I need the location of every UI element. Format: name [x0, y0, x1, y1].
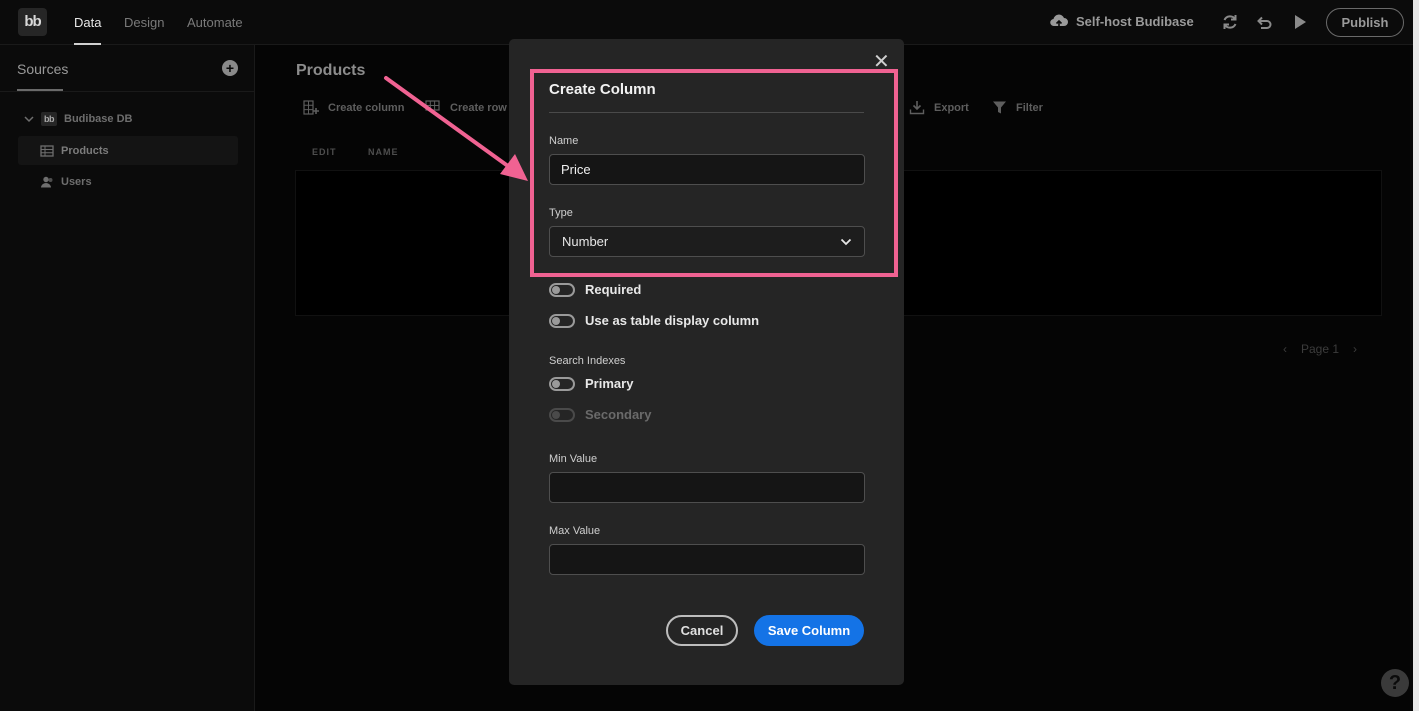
datasource-budibase-db[interactable]: bb Budibase DB [24, 112, 132, 126]
toggle-switch[interactable] [549, 313, 575, 328]
column-header-name[interactable]: NAME [368, 147, 399, 157]
create-column-button[interactable]: Create column [303, 100, 404, 115]
revert-icon[interactable] [1255, 13, 1273, 31]
create-column-label: Create column [328, 101, 405, 114]
create-row-button[interactable]: Create row [425, 100, 507, 115]
export-button[interactable]: Export [909, 100, 969, 115]
refresh-icon[interactable] [1221, 13, 1239, 31]
export-label: Export [934, 101, 969, 114]
min-value-input[interactable] [549, 472, 865, 503]
sidebar-item-users[interactable]: Users [18, 167, 238, 196]
column-header-edit[interactable]: EDIT [312, 147, 337, 157]
primary-label: Primary [585, 376, 634, 391]
max-value-label: Max Value [549, 525, 601, 537]
users-icon [41, 176, 53, 187]
create-row-label: Create row [450, 101, 507, 114]
next-page-icon[interactable]: › [1353, 342, 1357, 356]
datasource-name: Budibase DB [64, 113, 133, 125]
display-column-toggle[interactable]: Use as table display column [549, 313, 759, 328]
sidebar-divider [0, 91, 255, 92]
prev-page-icon[interactable]: ‹ [1283, 342, 1287, 356]
help-icon[interactable]: ? [1381, 669, 1409, 697]
toggle-switch [549, 407, 575, 422]
chevron-down-icon [24, 116, 34, 123]
annotation-highlight-box [530, 69, 898, 277]
sidebar-item-label: Users [61, 175, 92, 188]
self-host-link[interactable]: Self-host Budibase [1049, 13, 1194, 29]
self-host-label: Self-host Budibase [1076, 13, 1194, 29]
tab-data[interactable]: Data [74, 15, 101, 30]
add-column-icon [303, 100, 319, 115]
filter-label: Filter [1016, 101, 1043, 114]
required-toggle[interactable]: Required [549, 282, 641, 297]
pagination: ‹ Page 1 › [1283, 342, 1357, 356]
toggle-switch[interactable] [549, 282, 575, 297]
sidebar-item-products[interactable]: Products [18, 136, 238, 165]
play-preview-icon[interactable] [1291, 13, 1309, 31]
budibase-logo[interactable]: bb [18, 8, 47, 36]
cancel-button[interactable]: Cancel [666, 615, 738, 646]
tab-automate[interactable]: Automate [187, 15, 243, 30]
toggle-switch[interactable] [549, 376, 575, 391]
download-icon [909, 101, 925, 115]
add-row-icon [425, 100, 440, 111]
max-value-input[interactable] [549, 544, 865, 575]
min-value-label: Min Value [549, 453, 598, 465]
tab-design[interactable]: Design [124, 15, 164, 30]
add-source-icon[interactable]: + [222, 60, 238, 76]
page-title: Products [296, 62, 366, 79]
window-edge [1413, 0, 1419, 711]
sources-sidebar: Sources + bb Budibase DB Products Users [0, 45, 255, 711]
required-label: Required [585, 282, 642, 297]
sources-title[interactable]: Sources [17, 61, 68, 77]
search-indexes-label: Search Indexes [549, 355, 626, 367]
primary-index-toggle[interactable]: Primary [549, 376, 633, 391]
sidebar-item-label: Products [61, 144, 109, 157]
budibase-db-icon: bb [41, 112, 57, 126]
table-icon [40, 144, 54, 157]
page-label: Page 1 [1301, 342, 1340, 356]
secondary-label: Secondary [585, 407, 652, 422]
publish-button[interactable]: Publish [1326, 8, 1404, 37]
save-column-button[interactable]: Save Column [754, 615, 864, 646]
filter-icon [993, 101, 1006, 114]
filter-button[interactable]: Filter [992, 100, 1043, 115]
display-column-label: Use as table display column [585, 313, 760, 328]
secondary-index-toggle: Secondary [549, 407, 651, 422]
cloud-upload-icon [1050, 14, 1068, 27]
